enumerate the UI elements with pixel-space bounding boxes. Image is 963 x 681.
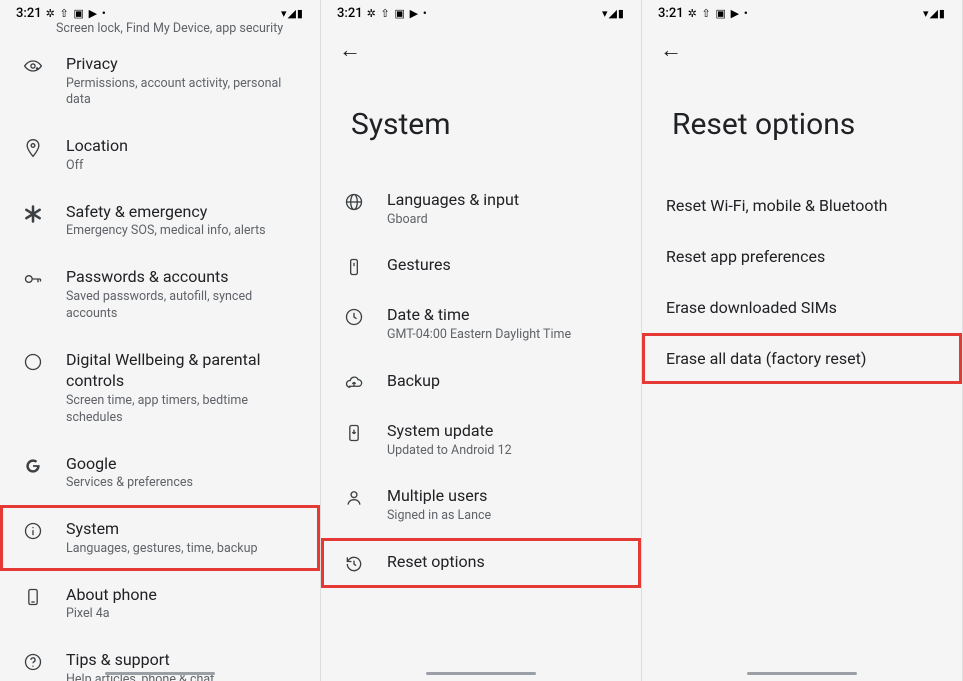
item-system-update[interactable]: System update Updated to Android 12 [321, 407, 641, 472]
item-erase-sims[interactable]: Erase downloaded SIMs [642, 282, 962, 333]
item-reset-app-prefs[interactable]: Reset app preferences [642, 231, 962, 282]
item-location[interactable]: Location Off [0, 122, 320, 187]
item-sub: Gboard [387, 212, 621, 229]
item-title: Reset options [387, 551, 621, 573]
nav-handle[interactable] [105, 672, 215, 675]
info-icon [22, 520, 44, 542]
nav-handle[interactable] [426, 672, 536, 675]
item-title: Backup [387, 370, 621, 392]
phone-icon [22, 586, 44, 608]
status-right-icons: ▾◢▮ [281, 7, 304, 20]
page-title: System [321, 63, 641, 176]
truncated-subtitle: Screen lock, Find My Device, app securit… [0, 21, 320, 36]
item-title: Date & time [387, 304, 621, 326]
item-sub: Saved passwords, autofill, synced accoun… [66, 289, 300, 323]
item-sub: Off [66, 158, 300, 175]
item-backup[interactable]: Backup [321, 357, 641, 407]
item-title: Gestures [387, 254, 621, 276]
wellbeing-icon [22, 351, 44, 373]
item-sub: Permissions, account activity, personal … [66, 76, 300, 110]
person-icon [343, 487, 365, 509]
item-title: Safety & emergency [66, 201, 300, 223]
location-icon [22, 137, 44, 159]
cloud-icon [343, 372, 365, 394]
status-bar: 3:21 ✲ ⇧ ▣ ▶ • ▾◢▮ [0, 0, 320, 23]
nav-handle[interactable] [747, 672, 857, 675]
privacy-icon [22, 55, 44, 77]
status-bar: 3:21 ✲ ⇧ ▣ ▶ • ▾◢▮ [642, 0, 962, 23]
status-time: 3:21 [16, 6, 42, 21]
item-title: System [66, 518, 300, 540]
item-sub: GMT-04:00 Eastern Daylight Time [387, 327, 621, 344]
item-title: Location [66, 135, 300, 157]
back-button[interactable]: ← [660, 37, 682, 63]
item-sub: Emergency SOS, medical info, alerts [66, 223, 300, 240]
screen-reset-options: 3:21 ✲ ⇧ ▣ ▶ • ▾◢▮ ← Reset options Reset… [642, 0, 963, 681]
key-icon [22, 268, 44, 290]
item-wellbeing[interactable]: Digital Wellbeing & parental controls Sc… [0, 336, 320, 440]
item-safety[interactable]: Safety & emergency Emergency SOS, medica… [0, 188, 320, 253]
item-title: Languages & input [387, 189, 621, 211]
globe-icon [343, 191, 365, 213]
item-languages[interactable]: Languages & input Gboard [321, 176, 641, 241]
item-google[interactable]: Google Services & preferences [0, 440, 320, 505]
status-time: 3:21 [658, 6, 684, 21]
status-left-icons: ✲ ⇧ ▣ ▶ • [46, 7, 107, 20]
screen-settings: 3:21 ✲ ⇧ ▣ ▶ • ▾◢▮ Screen lock, Find My … [0, 0, 321, 681]
status-bar: 3:21 ✲ ⇧ ▣ ▶ • ▾◢▮ [321, 0, 641, 23]
status-right-icons: ▾◢▮ [602, 7, 625, 20]
item-sub: Signed in as Lance [387, 508, 621, 525]
item-title: Digital Wellbeing & parental controls [66, 349, 300, 392]
help-icon [22, 651, 44, 673]
item-reset-options[interactable]: Reset options [321, 538, 641, 588]
reset-list: Reset Wi-Fi, mobile & Bluetooth Reset ap… [642, 176, 962, 384]
gesture-icon [343, 256, 365, 278]
item-gestures[interactable]: Gestures [321, 241, 641, 291]
back-button[interactable]: ← [339, 37, 361, 63]
page-title: Reset options [642, 63, 962, 176]
item-sub: Services & preferences [66, 475, 300, 492]
item-date-time[interactable]: Date & time GMT-04:00 Eastern Daylight T… [321, 291, 641, 356]
asterisk-icon [22, 203, 44, 225]
item-sub: Updated to Android 12 [387, 443, 621, 460]
item-title: System update [387, 420, 621, 442]
item-title: Google [66, 453, 300, 475]
item-sub: Languages, gestures, time, backup [66, 541, 300, 558]
item-factory-reset[interactable]: Erase all data (factory reset) [642, 333, 962, 384]
item-about-phone[interactable]: About phone Pixel 4a [0, 571, 320, 636]
item-sub: Screen time, app timers, bedtime schedul… [66, 393, 300, 427]
item-privacy[interactable]: Privacy Permissions, account activity, p… [0, 40, 320, 122]
status-left-icons: ✲ ⇧ ▣ ▶ • [688, 7, 749, 20]
reset-icon [343, 553, 365, 575]
item-passwords[interactable]: Passwords & accounts Saved passwords, au… [0, 253, 320, 335]
status-right-icons: ▾◢▮ [923, 7, 946, 20]
status-left-icons: ✲ ⇧ ▣ ▶ • [367, 7, 428, 20]
status-time: 3:21 [337, 6, 363, 21]
item-multiple-users[interactable]: Multiple users Signed in as Lance [321, 472, 641, 537]
clock-icon [343, 306, 365, 328]
google-icon [22, 455, 44, 477]
item-title: Passwords & accounts [66, 266, 300, 288]
system-list: Languages & input Gboard Gestures Date &… [321, 176, 641, 588]
item-system[interactable]: System Languages, gestures, time, backup [0, 505, 320, 570]
item-sub: Pixel 4a [66, 606, 300, 623]
item-title: Privacy [66, 53, 300, 75]
item-title: Multiple users [387, 485, 621, 507]
item-title: Tips & support [66, 649, 300, 671]
settings-list: Privacy Permissions, account activity, p… [0, 40, 320, 681]
item-title: About phone [66, 584, 300, 606]
item-reset-network[interactable]: Reset Wi-Fi, mobile & Bluetooth [642, 180, 962, 231]
screen-system: 3:21 ✲ ⇧ ▣ ▶ • ▾◢▮ ← System Languages & … [321, 0, 642, 681]
update-icon [343, 422, 365, 444]
